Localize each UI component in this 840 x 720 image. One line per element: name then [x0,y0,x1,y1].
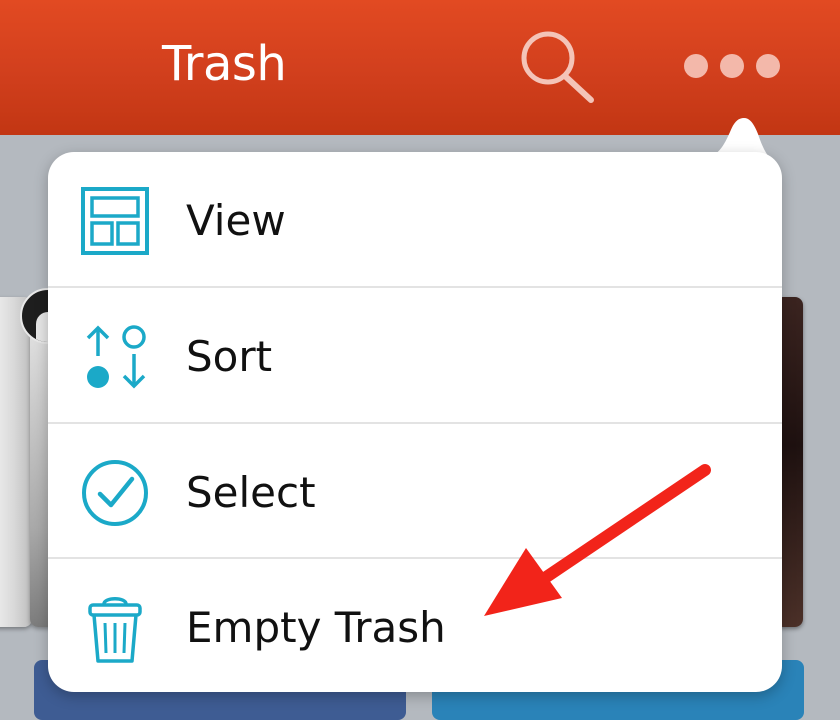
background-item [0,297,32,627]
menu-item-sort[interactable]: Sort [48,288,782,422]
checkmark-circle-icon [78,456,154,532]
dot [756,54,780,78]
menu-item-label: Select [186,468,316,517]
red-arrow-icon [484,464,711,616]
menu-item-label: View [186,196,286,245]
trash-icon [78,591,154,667]
page-title: Trash [162,36,287,92]
menu-item-view[interactable]: View [48,152,782,286]
sort-icon [78,320,154,396]
view-layout-icon [78,184,154,260]
more-options-button[interactable] [676,44,786,88]
dot [684,54,708,78]
menu-item-label: Empty Trash [186,603,446,652]
search-icon [521,31,594,103]
search-button[interactable] [516,28,600,106]
menu-pointer [700,118,770,158]
menu-item-label: Sort [186,332,273,381]
dot [720,54,744,78]
